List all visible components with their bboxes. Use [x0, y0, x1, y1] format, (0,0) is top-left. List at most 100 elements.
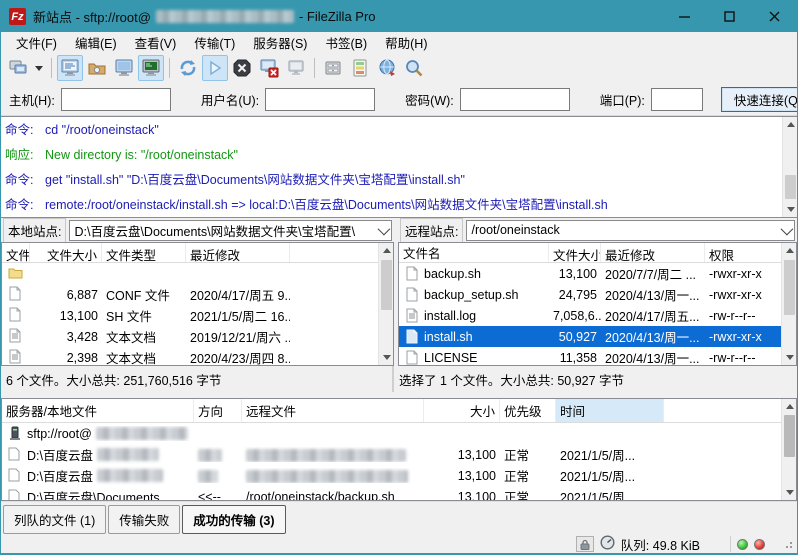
reconnect-icon[interactable]	[283, 55, 309, 81]
column-filetype[interactable]: 文件类型	[102, 243, 186, 262]
lock-icon[interactable]	[576, 536, 594, 552]
local-file-row[interactable]: 6,887 CONF 文件 2020/4/17/周五 9...	[2, 284, 393, 305]
remote-file-row[interactable]: backup.sh 13,100 2020/7/7/周二 ... -rwxr-x…	[399, 263, 796, 284]
local-list-scrollbar[interactable]	[378, 243, 393, 365]
file-size: 24,795	[549, 288, 601, 302]
column-modified[interactable]: 最近修改	[601, 243, 705, 262]
menu-help[interactable]: 帮助(H)	[376, 31, 436, 54]
column-time[interactable]: 时间	[556, 399, 664, 422]
menu-file[interactable]: 文件(F)	[7, 31, 66, 54]
menu-transfer[interactable]: 传输(T)	[185, 31, 244, 54]
queue-scrollbar[interactable]	[781, 399, 796, 500]
quickconnect-button[interactable]: 快速连接(Q)	[721, 87, 798, 112]
resize-grip[interactable]	[783, 539, 793, 549]
directory-comparison-icon[interactable]	[347, 55, 373, 81]
toggle-remote-tree-icon[interactable]	[111, 55, 137, 81]
scroll-up-icon[interactable]	[783, 117, 797, 132]
column-modified[interactable]: 最近修改	[186, 243, 290, 262]
find-files-icon[interactable]	[401, 55, 427, 81]
redacted-direction	[198, 470, 218, 483]
text-file-icon	[8, 328, 23, 343]
queue-row[interactable]: D:\百度云盘 13,100 正常 2021/1/5/周...	[2, 465, 796, 486]
remote-file-row[interactable]: backup_setup.sh 24,795 2020/4/13/周一... -…	[399, 284, 796, 305]
queue-active-led-icon[interactable]	[737, 539, 748, 550]
remote-path-combobox[interactable]: /root/oneinstack	[466, 220, 795, 241]
queue-row[interactable]: D:\百度云盘\Documents <<-- /root/oneinstack/…	[2, 486, 796, 501]
menu-bookmarks[interactable]: 书签(B)	[316, 31, 376, 54]
remote-file-row[interactable]: install.log 7,058,6... 2020/4/17/周五... -…	[399, 305, 796, 326]
transfer-queue: 服务器/本地文件 方向 远程文件 大小 优先级 时间 sftp://root@ …	[1, 398, 797, 501]
queue-row[interactable]: D:\百度云盘 13,100 正常 2021/1/5/周...	[2, 444, 796, 465]
password-label: 密码(W):	[405, 90, 454, 109]
column-direction[interactable]: 方向	[194, 399, 242, 422]
column-filesize[interactable]: 文件大小	[30, 243, 102, 262]
window-controls	[662, 1, 797, 32]
remote-list-scrollbar[interactable]	[781, 243, 796, 365]
column-priority[interactable]: 优先级	[500, 399, 556, 422]
password-input[interactable]	[460, 88, 570, 111]
file-size: 7,058,6...	[549, 309, 601, 323]
speed-limit-icon[interactable]	[600, 535, 615, 553]
port-input[interactable]	[651, 88, 703, 111]
host-input[interactable]	[61, 88, 171, 111]
column-filesize[interactable]: 文件大小	[549, 243, 601, 262]
tab-failed-transfers[interactable]: 传输失败	[108, 505, 180, 534]
filename-filters-icon[interactable]	[320, 55, 346, 81]
menu-view[interactable]: 查看(V)	[126, 31, 186, 54]
local-file-row[interactable]: 13,100 SH 文件 2021/1/5/周二 16...	[2, 305, 393, 326]
scroll-down-icon[interactable]	[783, 202, 797, 217]
chevron-down-icon[interactable]	[378, 222, 391, 235]
remote-file-row-selected[interactable]: install.sh 50,927 2020/4/13/周一... -rwxr-…	[399, 326, 796, 347]
scroll-thumb[interactable]	[381, 260, 392, 310]
cancel-icon[interactable]	[229, 55, 255, 81]
toggle-local-tree-icon[interactable]	[84, 55, 110, 81]
file-icon	[405, 266, 420, 281]
scroll-thumb[interactable]	[784, 415, 795, 457]
local-file-row[interactable]: 2,398 文本文档 2020/4/23/周四 8...	[2, 347, 393, 366]
column-filename[interactable]: 文件名	[2, 243, 30, 262]
close-button[interactable]	[752, 1, 797, 32]
username-input[interactable]	[265, 88, 375, 111]
column-filename[interactable]: 文件名	[399, 243, 549, 262]
file-icon	[405, 287, 420, 302]
redacted-host	[156, 10, 294, 23]
site-manager-icon[interactable]	[5, 55, 31, 81]
local-file-row[interactable]	[2, 263, 393, 284]
column-remote-file[interactable]: 远程文件	[242, 399, 424, 422]
minimize-button[interactable]	[662, 1, 707, 32]
log-line-label: 响应:	[5, 146, 45, 164]
scroll-down-icon[interactable]	[782, 485, 797, 500]
menu-server[interactable]: 服务器(S)	[244, 31, 316, 54]
queue-server-row[interactable]: sftp://root@	[2, 423, 796, 444]
scroll-down-icon[interactable]	[379, 350, 394, 365]
scroll-down-icon[interactable]	[782, 350, 797, 365]
scroll-up-icon[interactable]	[782, 399, 797, 414]
scroll-thumb[interactable]	[784, 260, 795, 315]
chevron-down-icon[interactable]	[781, 222, 794, 235]
column-permissions[interactable]: 权限	[705, 243, 785, 262]
log-scrollbar[interactable]	[782, 117, 797, 217]
toggle-message-log-icon[interactable]	[57, 55, 83, 81]
maximize-button[interactable]	[707, 1, 752, 32]
remote-file-row[interactable]: LICENSE 11,358 2020/4/13/周一... -rw-r--r-…	[399, 347, 796, 366]
column-server-local-file[interactable]: 服务器/本地文件	[2, 399, 194, 422]
local-file-row[interactable]: 3,428 文本文档 2019/12/21/周六 ...	[2, 326, 393, 347]
column-size[interactable]: 大小	[424, 399, 500, 422]
menu-edit[interactable]: 编辑(E)	[66, 31, 126, 54]
redacted-remote-file	[246, 470, 408, 483]
tab-successful-transfers[interactable]: 成功的传输 (3)	[182, 505, 285, 534]
disconnect-icon[interactable]	[256, 55, 282, 81]
scroll-thumb[interactable]	[785, 175, 796, 199]
file-permissions: -rwxr-xr-x	[705, 330, 785, 344]
site-manager-dropdown-icon[interactable]	[32, 55, 46, 81]
local-site-bar: 本地站点: D:\百度云盘\Documents\网站数据文件夹\宝塔配置\	[1, 218, 394, 242]
scroll-up-icon[interactable]	[782, 243, 797, 258]
refresh-icon[interactable]	[175, 55, 201, 81]
process-queue-icon[interactable]	[202, 55, 228, 81]
local-path-combobox[interactable]: D:\百度云盘\Documents\网站数据文件夹\宝塔配置\	[69, 220, 392, 241]
synchronized-browsing-icon[interactable]	[374, 55, 400, 81]
toggle-transfer-queue-icon[interactable]	[138, 55, 164, 81]
scroll-up-icon[interactable]	[379, 243, 394, 258]
tab-queued-files[interactable]: 列队的文件 (1)	[3, 505, 106, 534]
queue-stopped-led-icon[interactable]	[754, 539, 765, 550]
